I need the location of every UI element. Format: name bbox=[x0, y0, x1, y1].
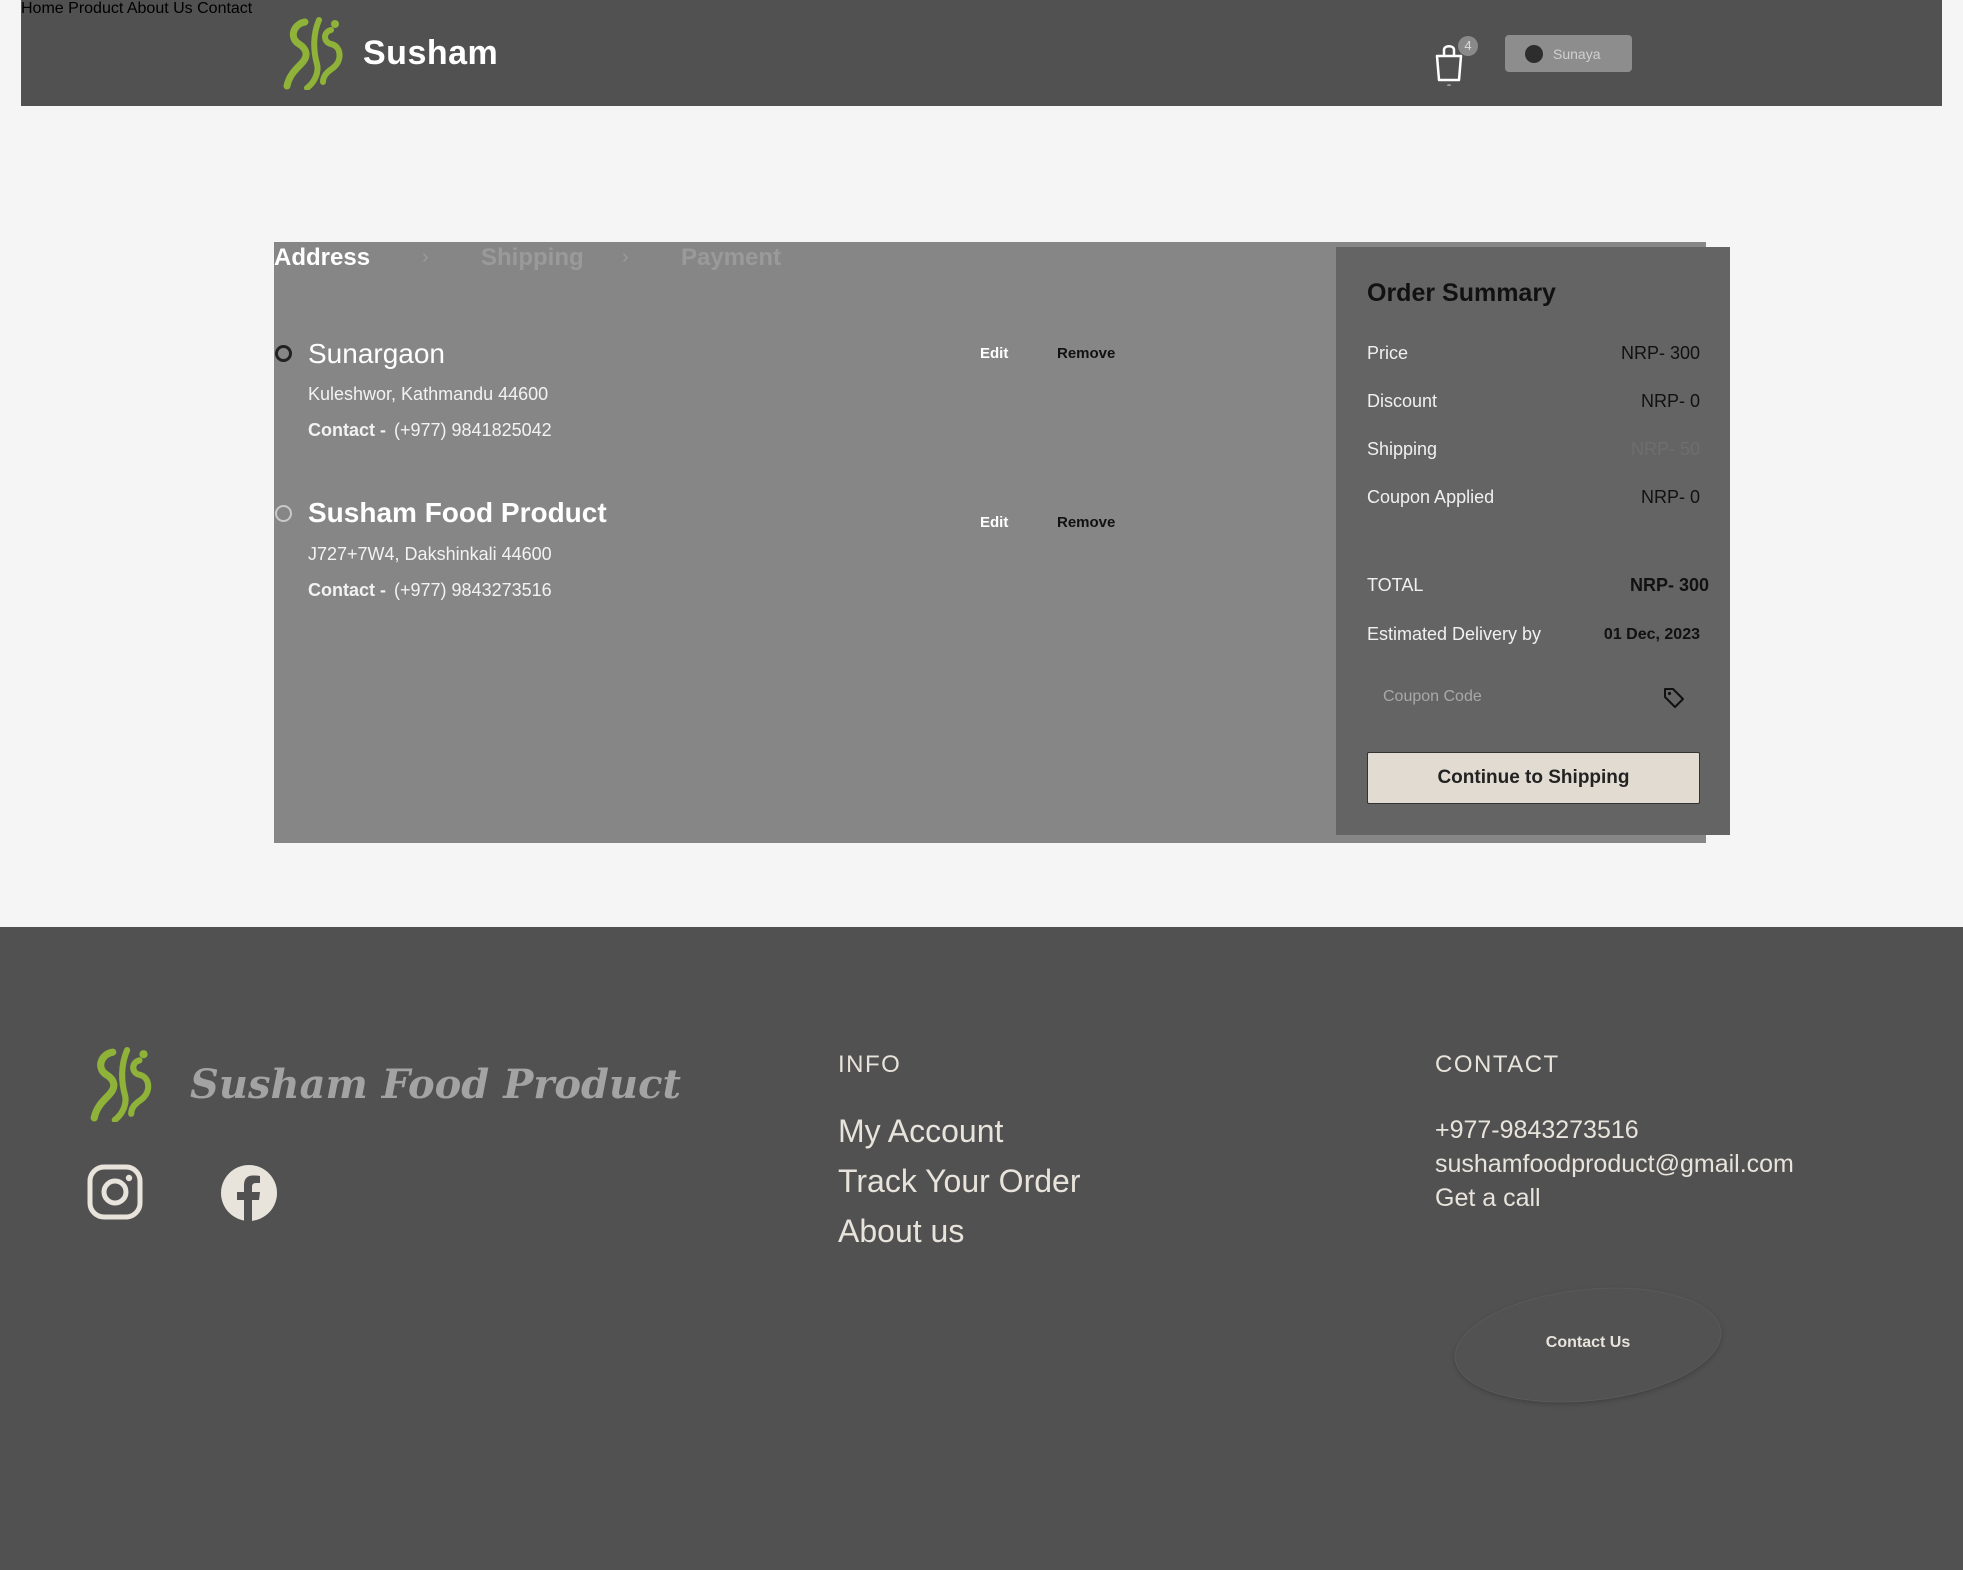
remove-address-button[interactable]: Remove bbox=[1057, 345, 1115, 362]
chevron-right-icon: › bbox=[422, 246, 429, 268]
top-navbar: Susham Home Product About Us Contact 4 S… bbox=[21, 0, 1942, 106]
edit-address-button[interactable]: Edit bbox=[980, 345, 1008, 362]
total-label: TOTAL bbox=[1367, 575, 1424, 595]
discount-value: NRP- 0 bbox=[1640, 391, 1700, 411]
discount-label: Discount bbox=[1367, 391, 1438, 411]
step-shipping[interactable]: Shipping bbox=[481, 244, 584, 272]
edit-address-button[interactable]: Edit bbox=[980, 514, 1008, 531]
cart-count-badge: 4 bbox=[1458, 36, 1478, 56]
footer-brand[interactable]: Susham Food Product bbox=[88, 1046, 681, 1122]
nav-home[interactable]: Home bbox=[21, 0, 64, 17]
address-line: J727+7W4, Dakshinkali 44600 bbox=[308, 544, 552, 564]
address-radio-unselected[interactable] bbox=[275, 505, 292, 522]
brand-logo[interactable]: Susham bbox=[283, 16, 498, 90]
coupon-applied-value: NRP- 0 bbox=[1640, 487, 1700, 507]
contact-label: Contact - bbox=[308, 580, 386, 600]
get-a-call-link[interactable]: Get a call bbox=[1435, 1184, 1541, 1213]
user-name: Sunaya bbox=[1553, 45, 1601, 62]
footer-link-track-order[interactable]: Track Your Order bbox=[838, 1163, 1080, 1200]
cart-button[interactable]: 4 bbox=[1433, 34, 1478, 86]
coupon-code-input[interactable] bbox=[1367, 677, 1700, 717]
footer: Susham Food Product INFO My Account Trac… bbox=[0, 927, 1963, 1570]
coupon-applied-label: Coupon Applied bbox=[1367, 487, 1495, 507]
delivery-label: Estimated Delivery by bbox=[1367, 624, 1542, 644]
contact-value: (+977) 9841825042 bbox=[394, 420, 552, 440]
contact-email[interactable]: sushamfoodproduct@gmail.com bbox=[1435, 1150, 1794, 1179]
contact-label: Contact - bbox=[308, 420, 386, 440]
nav-contact[interactable]: Contact bbox=[197, 0, 252, 17]
remove-address-button[interactable]: Remove bbox=[1057, 514, 1115, 531]
address-contact: Contact - (+977) 9843273516 bbox=[308, 580, 552, 601]
shipping-value: NRP- 50 bbox=[1630, 439, 1700, 459]
contact-phone[interactable]: +977-9843273516 bbox=[1435, 1116, 1639, 1145]
order-summary: Order Summary Price NRP- 300 Discount NR… bbox=[1336, 247, 1730, 835]
footer-link-about-us[interactable]: About us bbox=[838, 1213, 964, 1250]
contact-heading: CONTACT bbox=[1435, 1051, 1560, 1078]
user-account-button[interactable]: Sunaya bbox=[1505, 35, 1632, 72]
susham-logo-icon bbox=[90, 1047, 152, 1122]
footer-brand-name: Susham Food Product bbox=[190, 1060, 681, 1108]
footer-link-my-account[interactable]: My Account bbox=[838, 1113, 1003, 1150]
coupon-field bbox=[1367, 677, 1700, 717]
step-address[interactable]: Address bbox=[274, 244, 370, 272]
address-line: Kuleshwor, Kathmandu 44600 bbox=[308, 384, 549, 404]
address-name: Susham Food Product bbox=[308, 497, 607, 528]
address-name: Sunargaon bbox=[308, 338, 446, 369]
order-summary-title: Order Summary bbox=[1367, 279, 1556, 307]
total-value: NRP- 300 bbox=[1629, 575, 1709, 595]
continue-to-shipping-button[interactable]: Continue to Shipping bbox=[1367, 752, 1700, 804]
contact-us-label[interactable]: Contact Us bbox=[1455, 1334, 1721, 1352]
shipping-label: Shipping bbox=[1367, 439, 1438, 459]
instagram-icon[interactable] bbox=[87, 1164, 143, 1220]
address-contact: Contact - (+977) 9841825042 bbox=[308, 420, 552, 441]
susham-logo-icon bbox=[283, 17, 343, 90]
contact-value: (+977) 9843273516 bbox=[394, 580, 552, 600]
price-label: Price bbox=[1367, 343, 1409, 363]
nav-about-us[interactable]: About Us bbox=[127, 0, 193, 17]
tag-icon[interactable] bbox=[1662, 686, 1686, 710]
facebook-icon[interactable] bbox=[220, 1164, 278, 1222]
chevron-right-icon: › bbox=[622, 246, 629, 268]
nav-product[interactable]: Product bbox=[68, 0, 123, 17]
info-heading: INFO bbox=[838, 1051, 902, 1078]
price-value: NRP- 300 bbox=[1620, 343, 1700, 363]
avatar bbox=[1525, 44, 1543, 63]
step-payment[interactable]: Payment bbox=[681, 244, 781, 272]
brand-name: Susham bbox=[363, 33, 499, 72]
delivery-date: 01 Dec, 2023 bbox=[1603, 626, 1700, 643]
address-radio-selected[interactable] bbox=[275, 345, 292, 362]
